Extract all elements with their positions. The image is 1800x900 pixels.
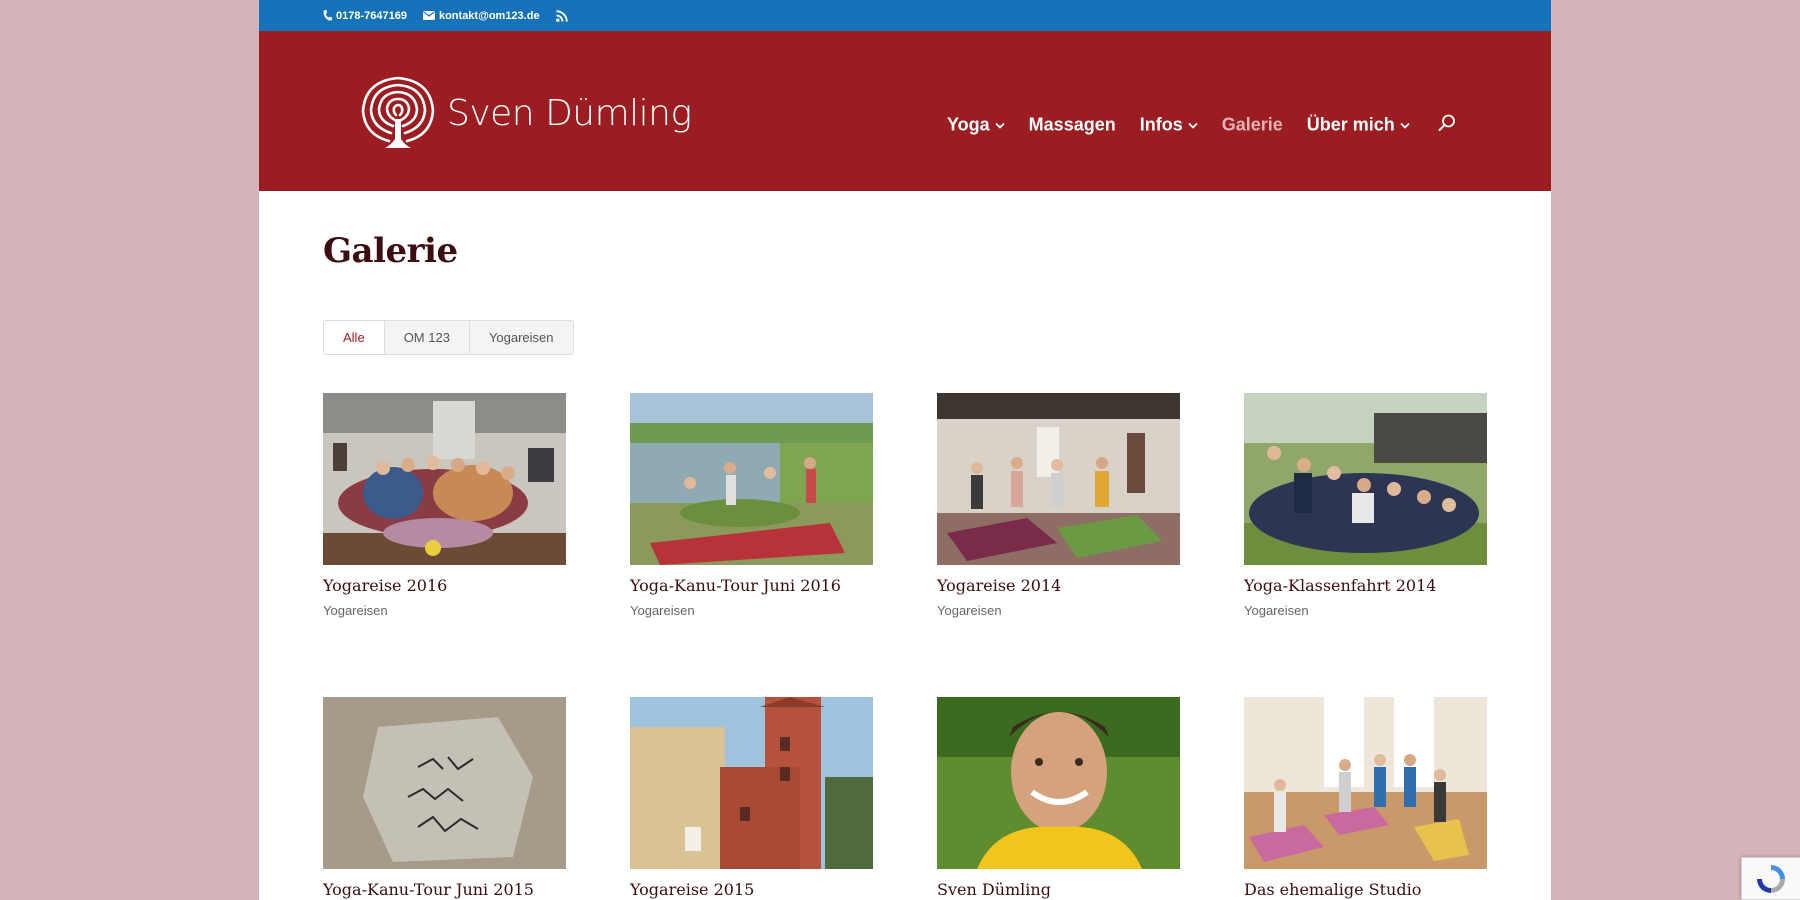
- recaptcha-icon: [1757, 864, 1785, 893]
- gallery-item-category: Yogareisen: [323, 603, 388, 618]
- chevron-down-icon: [995, 122, 1005, 128]
- chevron-down-icon: [1400, 122, 1410, 128]
- nav-item-ueber-mich[interactable]: Über mich: [1307, 115, 1410, 136]
- gallery-item-title[interactable]: Yoga-Kanu-Tour Juni 2016: [630, 575, 873, 597]
- gallery-thumbnail[interactable]: [630, 393, 873, 565]
- logo-text: Sven Dümling: [447, 92, 692, 134]
- gallery-grid: Yogareise 2016 Yogareisen Yoga-Kanu-Tour…: [323, 393, 1487, 900]
- gallery-item-title[interactable]: Yoga-Klassenfahrt 2014: [1244, 575, 1487, 597]
- gallery-item[interactable]: Yoga-Klassenfahrt 2014 Yogareisen: [1244, 393, 1487, 621]
- gallery-item-title[interactable]: Das ehemalige Studio: [1244, 879, 1487, 900]
- filter-alle[interactable]: Alle: [324, 321, 385, 354]
- phone-number: 0178-7647169: [336, 9, 407, 22]
- gallery-item-category: Yogareisen: [1244, 603, 1309, 618]
- email-address: kontakt@om123.de: [438, 9, 540, 22]
- nav-label: Infos: [1139, 114, 1183, 135]
- rss-link[interactable]: [555, 9, 568, 22]
- nav-item-galerie[interactable]: Galerie: [1222, 115, 1283, 136]
- gallery-thumbnail[interactable]: [630, 697, 873, 869]
- filter-om-123[interactable]: OM 123: [385, 321, 470, 354]
- gallery-item-category: Yogareisen: [937, 603, 1002, 618]
- gallery-thumbnail[interactable]: [323, 697, 566, 869]
- rss-icon: [555, 9, 568, 22]
- gallery-thumbnail[interactable]: [323, 393, 566, 565]
- mail-icon: [422, 11, 435, 20]
- top-bar: 0178-7647169 kontakt@om123.de: [259, 0, 1551, 31]
- page-title: Galerie: [323, 231, 458, 271]
- gallery-filter-bar: Alle OM 123 Yogareisen: [323, 320, 574, 355]
- search-button[interactable]: [1438, 114, 1456, 137]
- nav-label: Galerie: [1221, 114, 1283, 135]
- nav-item-yoga[interactable]: Yoga: [947, 115, 1005, 136]
- gallery-item[interactable]: Yogareise 2014 Yogareisen: [937, 393, 1180, 621]
- gallery-item-title[interactable]: Sven Dümling: [937, 879, 1180, 900]
- nav-item-infos[interactable]: Infos: [1140, 115, 1198, 136]
- filter-yogareisen[interactable]: Yogareisen: [470, 321, 573, 354]
- labyrinth-logo-icon: [361, 76, 435, 148]
- gallery-thumbnail[interactable]: [937, 697, 1180, 869]
- main-nav: Yoga Massagen Infos Galerie Über mich: [947, 114, 1456, 137]
- gallery-item[interactable]: Yoga-Kanu-Tour Juni 2015: [323, 697, 566, 900]
- gallery-item[interactable]: Yoga-Kanu-Tour Juni 2016 Yogareisen: [630, 393, 873, 621]
- gallery-item[interactable]: Sven Dümling: [937, 697, 1180, 900]
- nav-item-massagen[interactable]: Massagen: [1029, 115, 1116, 136]
- nav-label: Über mich: [1306, 114, 1395, 135]
- gallery-item-title[interactable]: Yogareise 2015: [630, 879, 873, 900]
- page-container: 0178-7647169 kontakt@om123.de Sven Dümli…: [259, 0, 1551, 900]
- gallery-item-title[interactable]: Yoga-Kanu-Tour Juni 2015: [323, 879, 566, 900]
- email-contact[interactable]: kontakt@om123.de: [422, 9, 540, 22]
- gallery-item[interactable]: Yogareise 2016 Yogareisen: [323, 393, 566, 621]
- gallery-item-title[interactable]: Yogareise 2014: [937, 575, 1180, 597]
- phone-icon: [323, 10, 332, 21]
- gallery-item-title[interactable]: Yogareise 2016: [323, 575, 566, 597]
- nav-label: Massagen: [1028, 114, 1116, 135]
- site-header: Sven Dümling Yoga Massagen Infos Galerie…: [259, 31, 1551, 191]
- gallery-thumbnail[interactable]: [1244, 393, 1487, 565]
- main-content: Galerie Alle OM 123 Yogareisen Yogareise…: [259, 229, 1551, 900]
- phone-contact[interactable]: 0178-7647169: [323, 10, 407, 22]
- gallery-item[interactable]: Yogareise 2015: [630, 697, 873, 900]
- search-icon: [1438, 114, 1455, 131]
- nav-label: Yoga: [947, 114, 990, 135]
- gallery-item[interactable]: Das ehemalige Studio: [1244, 697, 1487, 900]
- gallery-thumbnail[interactable]: [937, 393, 1180, 565]
- gallery-item-category: Yogareisen: [630, 603, 695, 618]
- gallery-thumbnail[interactable]: [1244, 697, 1487, 869]
- site-logo[interactable]: Sven Dümling: [359, 75, 692, 151]
- recaptcha-badge[interactable]: [1741, 857, 1800, 900]
- chevron-down-icon: [1188, 122, 1198, 128]
